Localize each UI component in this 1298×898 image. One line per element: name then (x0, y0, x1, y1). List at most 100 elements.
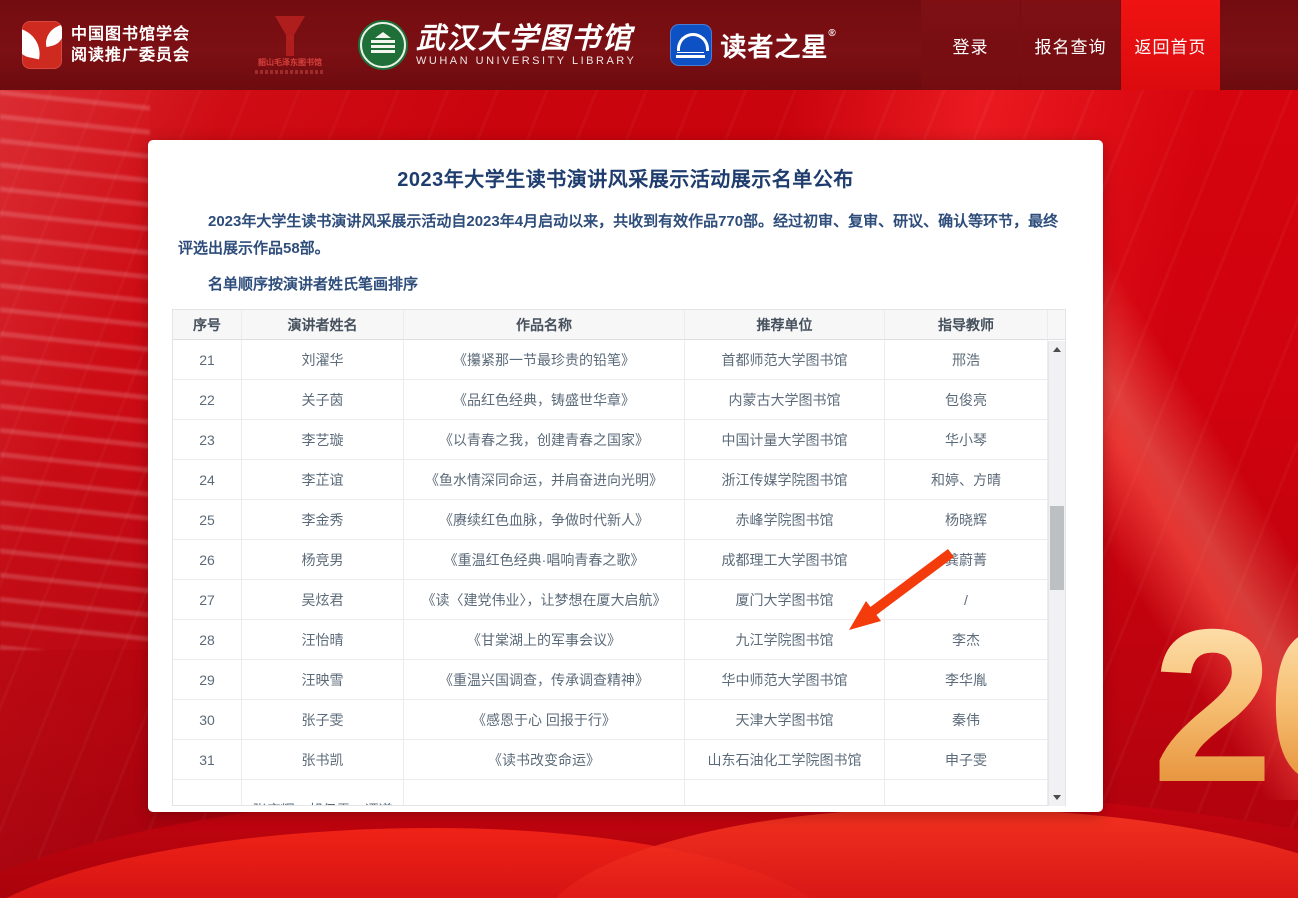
col-header-unit: 推荐单位 (685, 310, 885, 340)
reader-star-text: 读者之星® (720, 27, 836, 64)
table-row: 29 汪映雪 《重温兴国调查，传承调查精神》 华中师范大学图书馆 李华胤 (173, 660, 1048, 700)
cell-advisor: 秦伟 (885, 700, 1048, 740)
cell-no: 24 (173, 460, 242, 500)
cell-advisor: 华小琴 (885, 420, 1048, 460)
library-society-logo[interactable]: 中国图书馆学会 阅读推广委员会 (22, 21, 190, 69)
col-header-advisor: 指导教师 (885, 310, 1048, 340)
scroll-up-icon[interactable] (1049, 341, 1066, 358)
shaoshan-library-logo[interactable]: 韶山毛泽东图书馆 (248, 16, 332, 74)
library-society-logo-text: 中国图书馆学会 阅读推广委员会 (71, 24, 190, 66)
silk-left-decor (0, 90, 150, 650)
col-header-work: 作品名称 (404, 310, 685, 340)
cell-no: 26 (173, 540, 242, 580)
cell-advisor: 申子雯 (885, 740, 1048, 780)
table-row: 31 张书凯 《读书改变命运》 山东石油化工学院图书馆 申子雯 (173, 740, 1048, 780)
announcement-paragraph: 2023年大学生读书演讲风采展示活动自2023年4月启动以来，共收到有效作品77… (178, 208, 1073, 262)
cell-work: 《鱼水情深同命运，并肩奋进向光明》 (404, 460, 685, 500)
table-row: 23 李艺璇 《以青春之我，创建青春之国家》 中国计量大学图书馆 华小琴 (173, 420, 1048, 460)
nav-back-home[interactable]: 返回首页 (1121, 0, 1220, 90)
brand-row: 中国图书馆学会 阅读推广委员会 韶山毛泽东图书馆 武汉大学图书馆 WUHAN U… (22, 0, 837, 90)
cell-no: 25 (173, 500, 242, 540)
cell-unit: 内蒙古大学图书馆 (685, 380, 885, 420)
shaoshan-sub-line (255, 70, 325, 74)
wuhan-university-library-logo[interactable]: 武汉大学图书馆 WUHAN UNIVERSITY LIBRARY (360, 22, 636, 68)
cell-work (404, 780, 685, 805)
cell-no (173, 780, 242, 805)
cell-speaker: 汪怡晴 (242, 620, 404, 660)
cell-work: 《赓续红色血脉，争做时代新人》 (404, 500, 685, 540)
nav-signup-query[interactable]: 报名查询 (1021, 0, 1120, 90)
cell-work: 《读〈建党伟业〉，让梦想在厦大启航》 (404, 580, 685, 620)
col-header-speaker: 演讲者姓名 (242, 310, 404, 340)
cell-advisor (885, 780, 1048, 805)
cell-work: 《以青春之我，创建青春之国家》 (404, 420, 685, 460)
cell-no: 27 (173, 580, 242, 620)
cell-unit: 华中师范大学图书馆 (685, 660, 885, 700)
table-header-row: 序号 演讲者姓名 作品名称 推荐单位 指导教师 (173, 310, 1065, 340)
cell-speaker: 杨竞男 (242, 540, 404, 580)
scroll-down-icon[interactable] (1049, 789, 1066, 806)
cell-speaker: 汪映雪 (242, 660, 404, 700)
cell-speaker: 李艺璇 (242, 420, 404, 460)
cell-no: 21 (173, 340, 242, 380)
scrollbar-thumb[interactable] (1050, 506, 1064, 590)
cell-speaker: 张书凯 (242, 740, 404, 780)
cell-advisor: 李华胤 (885, 660, 1048, 700)
cell-speaker: 吴炫君 (242, 580, 404, 620)
table-scrollbar[interactable] (1048, 341, 1065, 806)
cell-no: 30 (173, 700, 242, 740)
table-row: 30 张子雯 《感恩于心 回报于行》 天津大学图书馆 秦伟 (173, 700, 1048, 740)
table-row: 21 刘濯华 《攥紧那一节最珍贵的铅笔》 首都师范大学图书馆 邢浩 (173, 340, 1048, 380)
cell-advisor: 邢浩 (885, 340, 1048, 380)
cell-speaker: 刘濯华 (242, 340, 404, 380)
whu-seal-icon (360, 22, 406, 68)
cell-work: 《重温红色经典·唱响青春之歌》 (404, 540, 685, 580)
site-header: 中国图书馆学会 阅读推广委员会 韶山毛泽东图书馆 武汉大学图书馆 WUHAN U… (0, 0, 1298, 90)
cell-unit: 天津大学图书馆 (685, 700, 885, 740)
red-annotation-arrow (828, 540, 968, 640)
cell-work: 《感恩于心 回报于行》 (404, 700, 685, 740)
nav-login[interactable]: 登录 (921, 0, 1020, 90)
cell-speaker: 张庆辉、胡伊雯、谭道 (242, 780, 404, 805)
sort-note: 名单顺序按演讲者姓氏笔画排序 (178, 273, 1073, 294)
cell-unit: 山东石油化工学院图书馆 (685, 740, 885, 780)
cell-no: 22 (173, 380, 242, 420)
table-row: 24 李芷谊 《鱼水情深同命运，并肩奋进向光明》 浙江传媒学院图书馆 和婷、方晴 (173, 460, 1048, 500)
cell-speaker: 关子茵 (242, 380, 404, 420)
cell-work: 《重温兴国调查，传承调查精神》 (404, 660, 685, 700)
library-society-logo-icon (22, 21, 62, 69)
table-row: 25 李金秀 《赓续红色血脉，争做时代新人》 赤峰学院图书馆 杨晓辉 (173, 500, 1048, 540)
cell-work: 《甘棠湖上的军事会议》 (404, 620, 685, 660)
shaoshan-emblem-icon (273, 16, 307, 56)
cell-unit (685, 780, 885, 805)
cell-no: 29 (173, 660, 242, 700)
reader-star-logo[interactable]: 读者之星® (670, 24, 836, 66)
reader-star-icon (670, 24, 712, 66)
page: 20 中国图书馆学会 阅读推广委员会 韶山毛泽东图书馆 武汉大学图书馆 (0, 0, 1298, 898)
cell-unit: 浙江传媒学院图书馆 (685, 460, 885, 500)
col-header-no: 序号 (173, 310, 242, 340)
cell-work: 《读书改变命运》 (404, 740, 685, 780)
cell-advisor: 杨晓辉 (885, 500, 1048, 540)
whu-en-name: WUHAN UNIVERSITY LIBRARY (416, 55, 636, 67)
cell-no: 28 (173, 620, 242, 660)
registered-mark: ® (828, 28, 836, 39)
cell-work: 《攥紧那一节最珍贵的铅笔》 (404, 340, 685, 380)
page-title: 2023年大学生读书演讲风采展示活动展示名单公布 (148, 163, 1103, 192)
cell-speaker: 李金秀 (242, 500, 404, 540)
cell-advisor: 和婷、方晴 (885, 460, 1048, 500)
cell-work: 《品红色经典，铸盛世华章》 (404, 380, 685, 420)
cell-advisor: 包俊亮 (885, 380, 1048, 420)
year-badge-decor: 20 (1152, 598, 1298, 816)
table-row-partial: 张庆辉、胡伊雯、谭道 (173, 780, 1048, 805)
cell-unit: 中国计量大学图书馆 (685, 420, 885, 460)
announcement-card: 2023年大学生读书演讲风采展示活动展示名单公布 2023年大学生读书演讲风采展… (148, 140, 1103, 812)
col-header-spacer (1048, 310, 1065, 340)
cell-unit: 首都师范大学图书馆 (685, 340, 885, 380)
whu-cn-name: 武汉大学图书馆 (416, 23, 636, 53)
table-row: 22 关子茵 《品红色经典，铸盛世华章》 内蒙古大学图书馆 包俊亮 (173, 380, 1048, 420)
cell-no: 31 (173, 740, 242, 780)
cell-speaker: 李芷谊 (242, 460, 404, 500)
header-nav: 登录 报名查询 返回首页 (920, 0, 1220, 90)
cell-no: 23 (173, 420, 242, 460)
